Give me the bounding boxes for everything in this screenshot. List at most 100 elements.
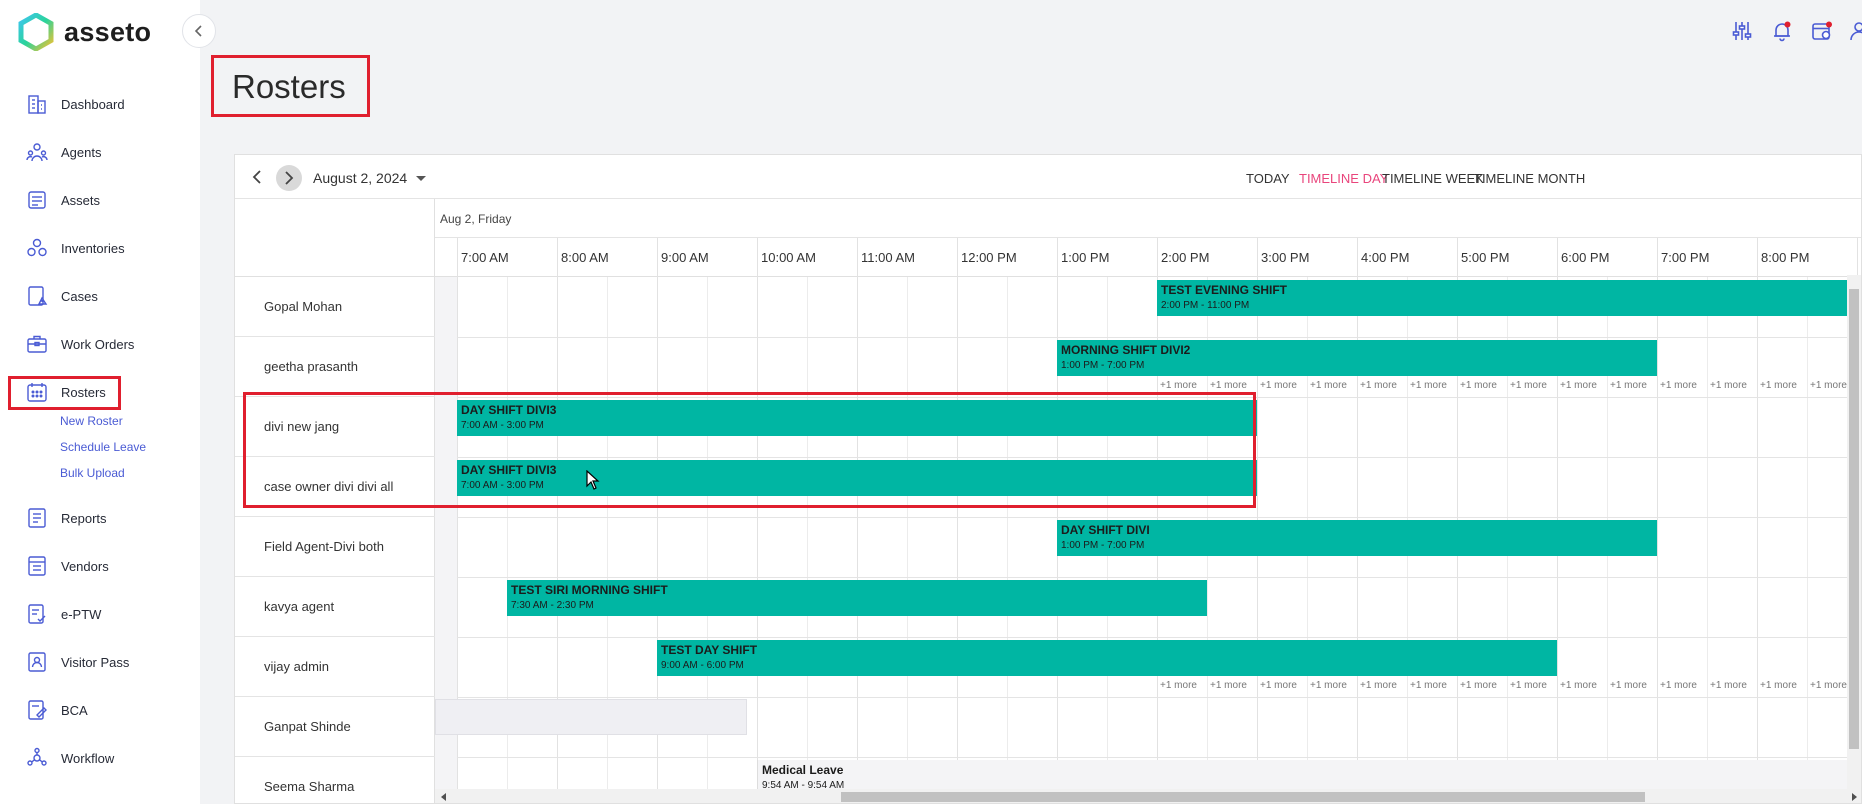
rosters-subitem-schedule-leave[interactable]: Schedule Leave: [60, 440, 146, 454]
view-today[interactable]: TODAY: [1246, 171, 1290, 186]
hour-label: 7:00 PM: [1661, 250, 1710, 265]
more-events-link[interactable]: +1 more: [1660, 680, 1697, 691]
sidebar-item-eptw[interactable]: e-PTW: [0, 599, 200, 629]
more-events-link[interactable]: +1 more: [1210, 380, 1247, 391]
shift-event[interactable]: TEST EVENING SHIFT 2:00 PM - 11:00 PM: [1157, 280, 1861, 316]
resource-name: geetha prasanth: [264, 359, 358, 374]
sidebar-item-vendors[interactable]: Vendors: [0, 551, 200, 581]
view-timeline-month[interactable]: TIMELINE MONTH: [1474, 171, 1585, 186]
more-events-link[interactable]: +1 more: [1160, 680, 1197, 691]
more-events-link[interactable]: +1 more: [1560, 680, 1597, 691]
rosters-subitem-bulk-upload[interactable]: Bulk Upload: [60, 466, 125, 480]
sidebar-item-label: e-PTW: [61, 606, 102, 622]
resource-row: vijay admin: [235, 637, 435, 697]
sidebar-item-rosters[interactable]: Rosters: [0, 377, 200, 407]
sidebar-item-agents[interactable]: Agents: [0, 137, 200, 167]
sidebar-item-inventories[interactable]: Inventories: [0, 233, 200, 263]
resource-row: case owner divi divi all: [235, 457, 435, 517]
resource-row: Gopal Mohan: [235, 277, 435, 337]
more-events-link[interactable]: +1 more: [1760, 680, 1797, 691]
row-line: [435, 337, 1861, 338]
more-events-link[interactable]: +1 more: [1560, 380, 1597, 391]
hour-label: 12:00 PM: [961, 250, 1017, 265]
calendar-alert-icon[interactable]: [1809, 18, 1835, 44]
more-events-link[interactable]: +1 more: [1760, 380, 1797, 391]
horizontal-scrollbar[interactable]: [435, 789, 1861, 803]
more-events-link[interactable]: +1 more: [1260, 680, 1297, 691]
shift-event[interactable]: TEST SIRI MORNING SHIFT 7:30 AM - 2:30 PM: [507, 580, 1207, 616]
resource-row: kavya agent: [235, 577, 435, 637]
time-header: 7:00 AM 8:00 AM 9:00 AM 10:00 AM 11:00 AM 12:…: [435, 238, 1861, 277]
shift-event[interactable]: TEST DAY SHIFT 9:00 AM - 6:00 PM: [657, 640, 1557, 676]
shift-event[interactable]: DAY SHIFT DIVI3 7:00 AM - 3:00 PM: [457, 400, 1257, 436]
sidebar-item-workflow[interactable]: Workflow: [0, 743, 200, 773]
more-events-link[interactable]: +1 more: [1710, 380, 1747, 391]
more-events-link[interactable]: +1 more: [1810, 380, 1847, 391]
more-events-link[interactable]: +1 more: [1310, 380, 1347, 391]
shift-event[interactable]: DAY SHIFT DIVI 1:00 PM - 7:00 PM: [1057, 520, 1657, 556]
sidebar-item-bca[interactable]: BCA: [0, 695, 200, 725]
previous-date-button[interactable]: [245, 165, 269, 189]
resource-name: case owner divi divi all: [264, 479, 394, 494]
sidebar-item-cases[interactable]: Cases: [0, 281, 200, 311]
more-events-link[interactable]: +1 more: [1610, 680, 1647, 691]
more-events-link[interactable]: +1 more: [1610, 380, 1647, 391]
scheduler-toolbar: August 2, 2024 TODAY TIMELINE DAY TIMELINE…: [235, 155, 1861, 199]
hour-label: 3:00 PM: [1261, 250, 1310, 265]
more-events-link[interactable]: +1 more: [1260, 380, 1297, 391]
more-events-link[interactable]: +1 more: [1360, 380, 1397, 391]
event-title: TEST EVENING SHIFT: [1161, 283, 1288, 297]
more-events-link[interactable]: +1 more: [1310, 680, 1347, 691]
event-time: 1:00 PM - 7:00 PM: [1061, 360, 1145, 371]
hour-label: 8:00 PM: [1761, 250, 1810, 265]
sidebar-item-dashboard[interactable]: Dashboard: [0, 89, 200, 119]
more-events-link[interactable]: +1 more: [1660, 380, 1697, 391]
more-events-link[interactable]: +1 more: [1160, 380, 1197, 391]
vertical-scroll-thumb[interactable]: [1849, 289, 1859, 749]
sidebar-item-visitor-pass[interactable]: Visitor Pass: [0, 647, 200, 677]
more-events-link[interactable]: +1 more: [1210, 680, 1247, 691]
row-line: [435, 517, 1861, 518]
more-events-link[interactable]: +1 more: [1460, 380, 1497, 391]
user-profile-icon[interactable]: [1846, 18, 1862, 44]
collapse-sidebar-button[interactable]: [182, 14, 216, 48]
filter-sliders-icon[interactable]: [1729, 18, 1755, 44]
row-line: [435, 397, 1861, 398]
rosters-subitem-new-roster[interactable]: New Roster: [60, 414, 123, 428]
row-line: [435, 637, 1861, 638]
more-events-link[interactable]: +1 more: [1710, 680, 1747, 691]
assets-icon: [25, 188, 49, 212]
more-events-link[interactable]: +1 more: [1460, 680, 1497, 691]
sidebar-item-assets[interactable]: Assets: [0, 185, 200, 215]
resource-column: Gopal Mohan geetha prasanth divi new jang c…: [235, 199, 435, 803]
more-events-link[interactable]: +1 more: [1360, 680, 1397, 691]
sidebar-item-work-orders[interactable]: Work Orders: [0, 329, 200, 359]
view-timeline-week[interactable]: TIMELINE WEEK: [1382, 171, 1484, 186]
more-events-link[interactable]: +1 more: [1410, 380, 1447, 391]
more-events-link[interactable]: +1 more: [1510, 680, 1547, 691]
sidebar-item-reports[interactable]: Reports: [0, 503, 200, 533]
event-time: 7:00 AM - 3:00 PM: [461, 480, 544, 491]
event-title: TEST SIRI MORNING SHIFT: [511, 583, 668, 597]
shift-event[interactable]: DAY SHIFT DIVI3 7:00 AM - 3:00 PM: [457, 460, 1257, 496]
more-events-link[interactable]: +1 more: [1510, 380, 1547, 391]
shift-event[interactable]: MORNING SHIFT DIVI2 1:00 PM - 7:00 PM: [1057, 340, 1657, 376]
view-timeline-day[interactable]: TIMELINE DAY: [1299, 171, 1388, 186]
resource-name: Gopal Mohan: [264, 299, 343, 314]
grid-line: [1807, 277, 1808, 803]
notification-bell-icon[interactable]: [1769, 18, 1795, 44]
eptw-icon: [25, 602, 49, 626]
hour-label: 11:00 AM: [861, 250, 915, 265]
more-events-link[interactable]: +1 more: [1810, 680, 1847, 691]
vertical-scrollbar[interactable]: [1847, 275, 1861, 803]
date-picker[interactable]: August 2, 2024: [313, 170, 427, 186]
sidebar-item-label: Visitor Pass: [61, 654, 130, 670]
more-events-link[interactable]: +1 more: [1410, 680, 1447, 691]
unavailable-block[interactable]: [435, 699, 747, 735]
scroll-left-icon[interactable]: [441, 793, 446, 801]
scroll-right-icon[interactable]: [1852, 793, 1857, 801]
logo[interactable]: asseto: [18, 13, 151, 51]
next-date-button[interactable]: [276, 165, 302, 191]
horizontal-scroll-thumb[interactable]: [841, 792, 1645, 802]
row-line: [435, 757, 1861, 758]
